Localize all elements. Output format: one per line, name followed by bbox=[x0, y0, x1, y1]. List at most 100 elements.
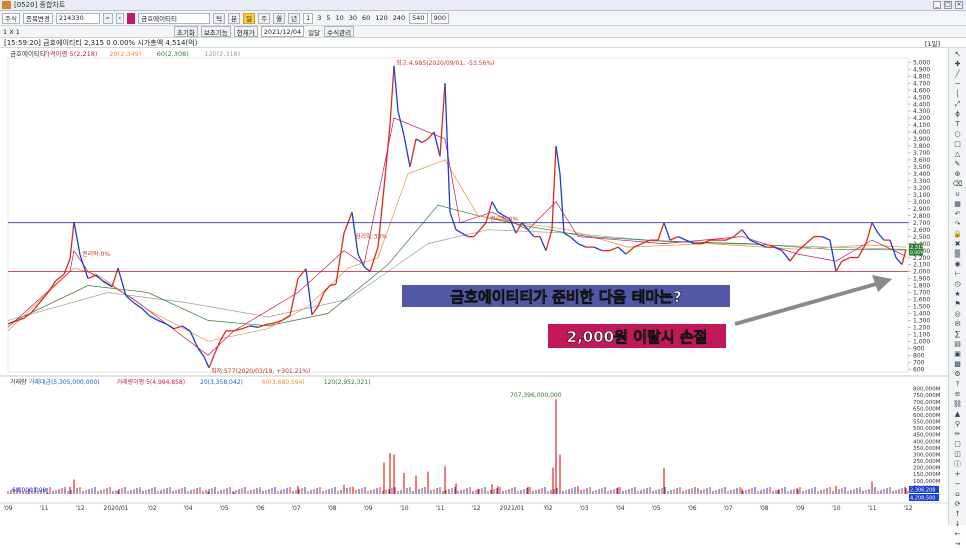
clock-icon[interactable]: ◷ bbox=[952, 280, 964, 288]
trend-icon[interactable]: ⤢ bbox=[952, 100, 964, 108]
circle-icon[interactable]: ○ bbox=[952, 130, 964, 138]
list-icon[interactable]: ≡ bbox=[952, 390, 964, 398]
tab-month[interactable]: 월 bbox=[273, 12, 286, 24]
calc-icon[interactable]: ∑ bbox=[952, 330, 964, 338]
tab-week[interactable]: 주 bbox=[258, 12, 271, 24]
tab-minute[interactable]: 분 bbox=[228, 12, 241, 24]
interval-5[interactable]: 5 bbox=[325, 14, 331, 22]
reset-button[interactable]: 초기화 bbox=[173, 26, 198, 37]
print-icon[interactable]: ▩ bbox=[952, 360, 964, 368]
interval-120[interactable]: 120 bbox=[374, 14, 388, 22]
layer-icon[interactable]: ▤ bbox=[952, 340, 964, 348]
tab-tick[interactable]: 틱 bbox=[213, 12, 226, 24]
text-icon[interactable]: T bbox=[952, 120, 964, 128]
line-icon[interactable]: ╱ bbox=[952, 70, 964, 78]
sort-select[interactable]: 종목변경 bbox=[22, 12, 53, 24]
pin-icon[interactable]: ⚲ bbox=[952, 420, 964, 428]
refresh-icon[interactable]: ⟳ bbox=[952, 500, 964, 508]
brush-icon[interactable]: ▒ bbox=[952, 250, 964, 258]
tab-day[interactable]: 일 bbox=[243, 12, 256, 24]
fibo-icon[interactable]: ϕ bbox=[952, 110, 964, 118]
down-icon[interactable]: ↓ bbox=[952, 520, 964, 528]
cross-icon[interactable]: ✚ bbox=[952, 60, 964, 68]
market-select[interactable]: 주식 bbox=[2, 12, 20, 24]
eye-icon[interactable]: ◉ bbox=[952, 260, 964, 268]
close-icon[interactable]: × bbox=[955, 1, 963, 9]
note-icon[interactable]: ✉ bbox=[952, 320, 964, 328]
prev-stock-button[interactable]: ‹ bbox=[115, 12, 125, 24]
box-icon[interactable]: ◫ bbox=[952, 450, 964, 458]
period-label: [1일] bbox=[924, 40, 940, 48]
stock-name-field[interactable]: 금호에이티티 bbox=[138, 12, 211, 24]
chart-annotation: 권리락:0% bbox=[490, 215, 518, 223]
left-icon[interactable]: ← bbox=[952, 530, 964, 538]
lock-icon[interactable]: 🔒 bbox=[952, 230, 964, 238]
aux-function-button[interactable]: 보조기능 bbox=[200, 26, 231, 37]
maximize-icon[interactable]: □ bbox=[944, 1, 952, 9]
formula-manage-button[interactable]: 수식관리 bbox=[324, 26, 355, 37]
star-icon[interactable]: ★ bbox=[952, 290, 964, 298]
price-segment bbox=[835, 260, 843, 272]
arrow-icon[interactable]: ↖ bbox=[952, 50, 964, 58]
favorite-marker-icon[interactable] bbox=[127, 12, 136, 24]
rect-icon[interactable]: □ bbox=[952, 140, 964, 148]
chart-area[interactable]: 금호에이티티 가격이평 5(2,218) 20(2,349) 60(2,308) 120… bbox=[0, 48, 948, 525]
up-icon[interactable]: ↑ bbox=[952, 510, 964, 518]
info-icon[interactable]: ⓘ bbox=[952, 460, 964, 468]
help-icon[interactable]: ? bbox=[952, 380, 964, 388]
interval-240[interactable]: 240 bbox=[392, 14, 406, 22]
y-tick-label: 4,200 bbox=[913, 115, 930, 122]
pen-icon[interactable]: ✎ bbox=[952, 160, 964, 168]
interval-3[interactable]: 3 bbox=[316, 14, 322, 22]
right-icon[interactable]: → bbox=[952, 540, 964, 548]
current-price-button[interactable]: 현재가 bbox=[233, 26, 258, 37]
chart-icon[interactable]: ▲ bbox=[952, 410, 964, 418]
home-icon[interactable]: ⌂ bbox=[952, 490, 964, 498]
hline-icon[interactable]: ─ bbox=[952, 80, 964, 88]
grid-icon[interactable]: ▦ bbox=[952, 200, 964, 208]
book-icon[interactable]: ▢ bbox=[952, 440, 964, 448]
tab-year[interactable]: 년 bbox=[288, 12, 301, 24]
ruler-icon[interactable]: ⊢ bbox=[952, 270, 964, 278]
volume-legend-item: 거래량 bbox=[10, 378, 27, 386]
price-segment bbox=[415, 138, 423, 143]
volume-tick-label: 350,000M bbox=[913, 446, 941, 452]
search-icon[interactable]: ⌕ bbox=[102, 12, 113, 24]
magnet-icon[interactable]: ∪ bbox=[952, 190, 964, 198]
x-tick-label: '08 bbox=[327, 505, 336, 512]
date-input[interactable]: 2021/12/04 bbox=[260, 26, 305, 37]
flag-icon[interactable]: ⚑ bbox=[952, 300, 964, 308]
link-icon[interactable]: ⛓ bbox=[952, 400, 964, 408]
tri-icon[interactable]: △ bbox=[952, 150, 964, 158]
undo-icon[interactable]: ↶ bbox=[952, 210, 964, 218]
minimize-icon[interactable]: _ bbox=[933, 1, 941, 9]
trash-icon[interactable]: ✖ bbox=[952, 240, 964, 248]
count-input-b[interactable]: 900 bbox=[430, 12, 449, 24]
vline-icon[interactable]: │ bbox=[952, 90, 964, 98]
price-segment bbox=[213, 341, 221, 356]
layout-ratio[interactable]: 1 X 1 bbox=[2, 28, 21, 36]
target-icon[interactable]: ◎ bbox=[952, 310, 964, 318]
interval-select[interactable]: 1 bbox=[303, 12, 314, 24]
interval-30[interactable]: 30 bbox=[348, 14, 358, 22]
chart-svg[interactable]: 금호에이티티가격이평 5(2,218) 20(2,349) 60(2,308) 120… bbox=[0, 48, 948, 525]
volume-legend-item: 20(3,358,042) bbox=[200, 379, 243, 386]
redo-icon[interactable]: ↷ bbox=[952, 220, 964, 228]
eraser-icon[interactable]: ⌫ bbox=[952, 180, 964, 188]
x-tick-label: '11 bbox=[867, 505, 876, 512]
gear-icon[interactable]: ⚙ bbox=[952, 370, 964, 378]
zoom-icon[interactable]: ⊕ bbox=[952, 170, 964, 178]
price-segment bbox=[357, 253, 365, 267]
save-icon[interactable]: ▣ bbox=[952, 350, 964, 358]
check-label[interactable]: 일달 bbox=[307, 27, 321, 37]
plus-icon[interactable]: + bbox=[952, 470, 964, 478]
stock-code-input[interactable]: 214330 bbox=[55, 12, 100, 24]
interval-10[interactable]: 10 bbox=[334, 14, 344, 22]
x-tick-label: '11 bbox=[39, 505, 48, 512]
count-input-a[interactable]: 540 bbox=[409, 12, 428, 24]
price-segment bbox=[397, 110, 405, 136]
interval-60[interactable]: 60 bbox=[361, 14, 371, 22]
minus-icon[interactable]: − bbox=[952, 480, 964, 488]
pencil-icon[interactable]: ✏ bbox=[952, 430, 964, 438]
secondary-toolbar: 1 X 1 초기화 보조기능 현재가 2021/12/04 일달 수식관리 bbox=[0, 26, 966, 38]
